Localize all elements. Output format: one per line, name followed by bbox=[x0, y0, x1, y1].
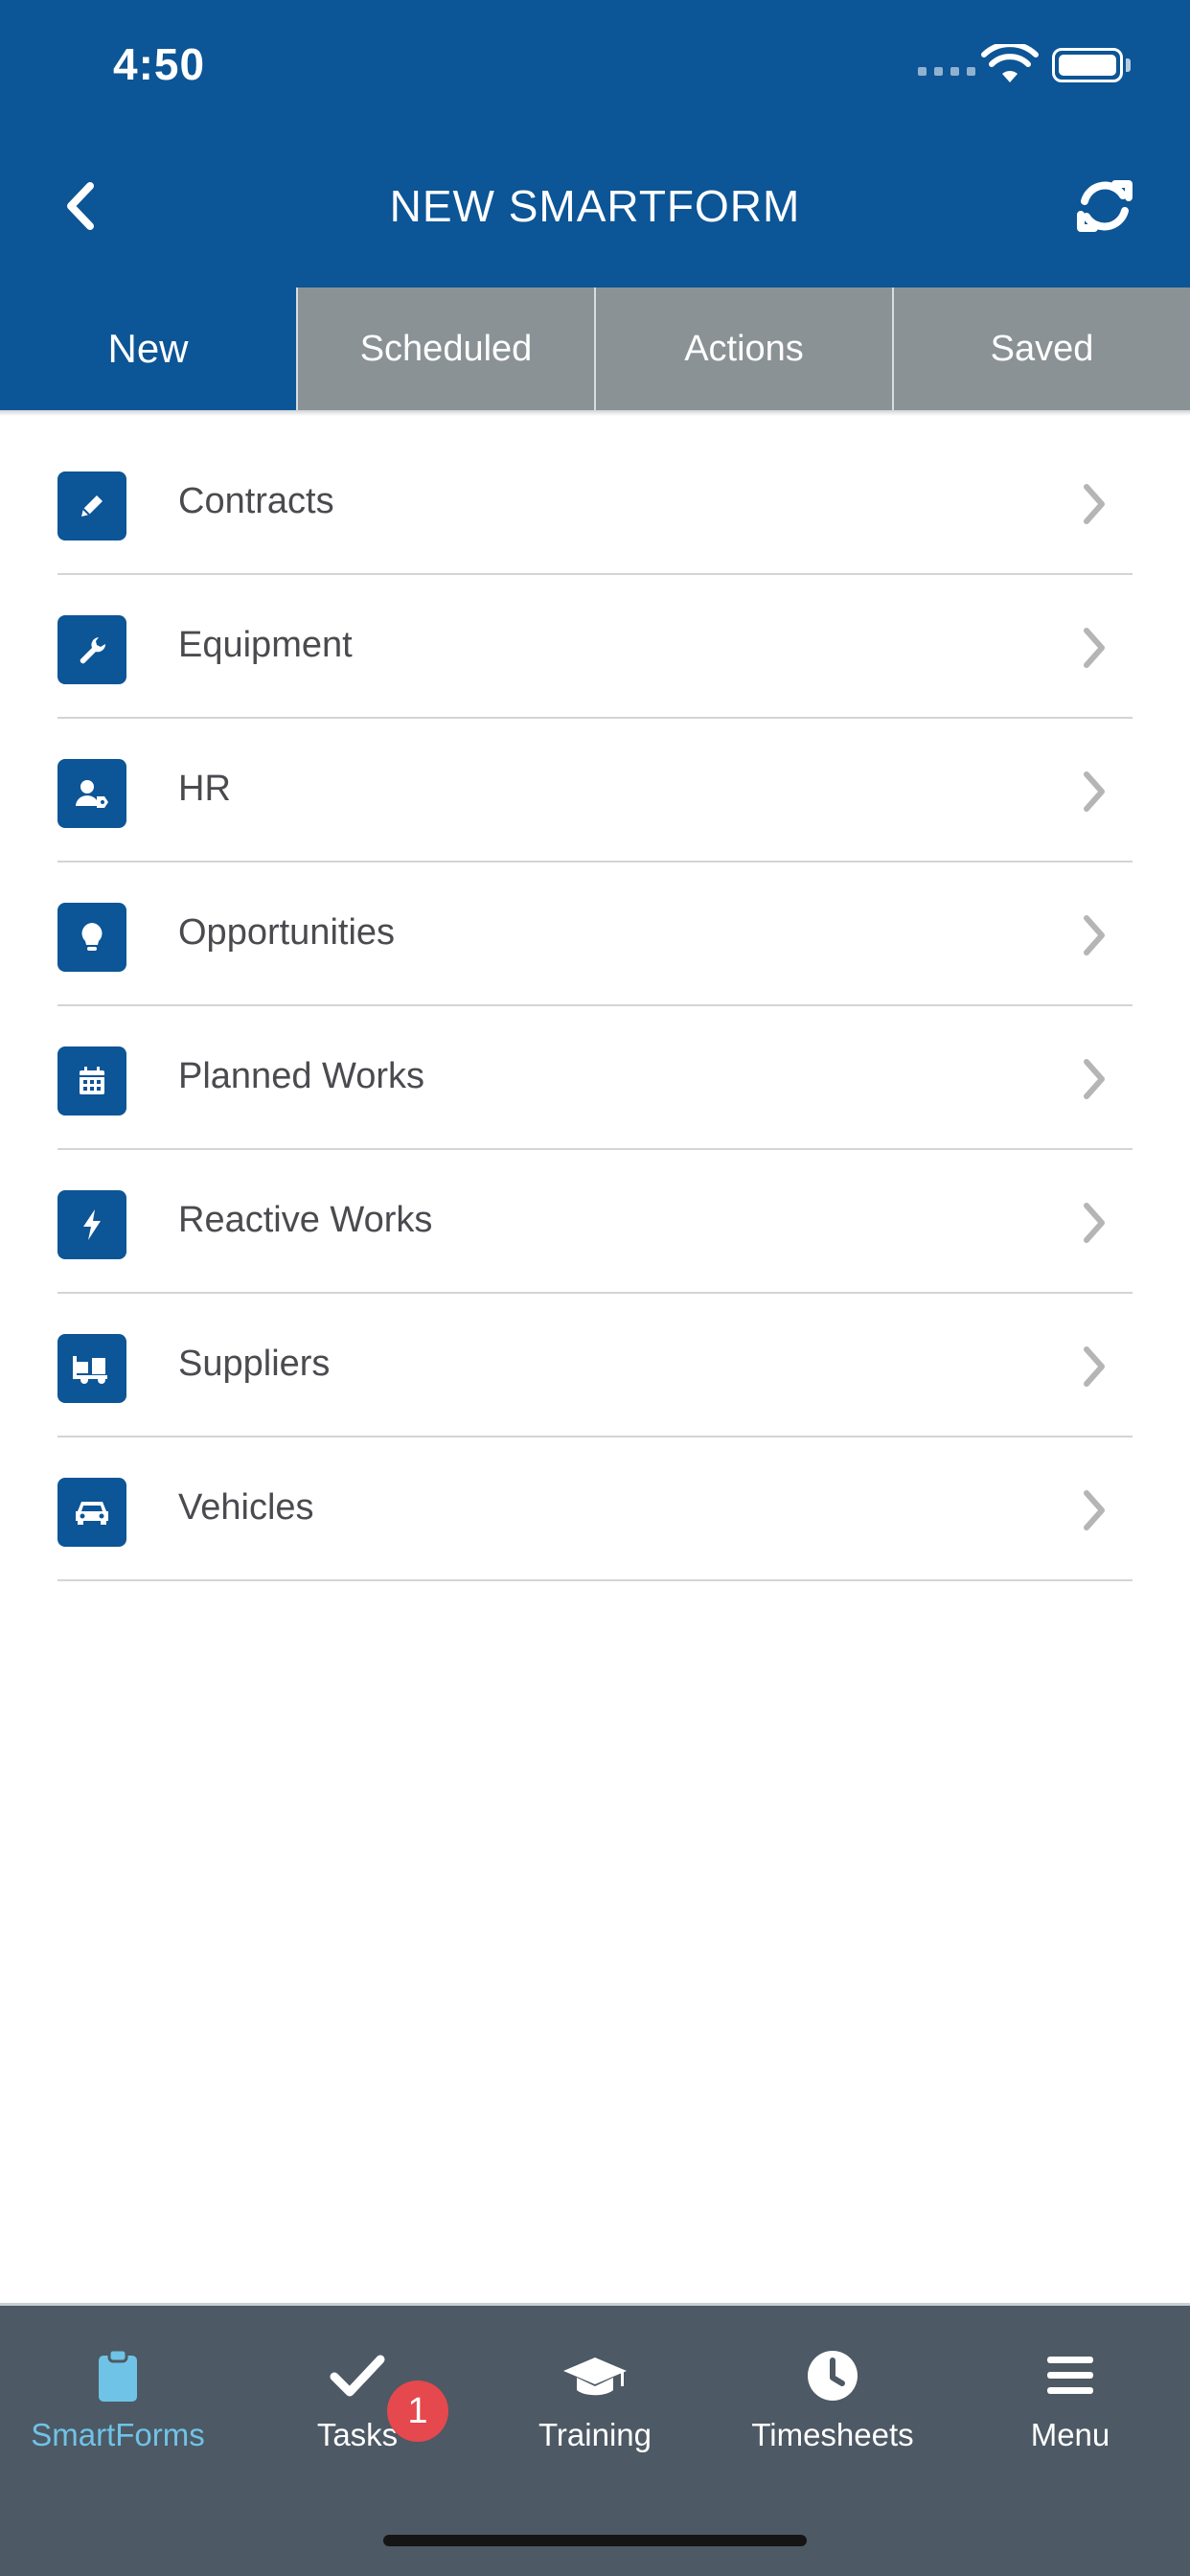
page-title: NEW SMARTFORM bbox=[389, 181, 801, 231]
list-item-label: HR bbox=[178, 769, 231, 809]
list-item-label: Contracts bbox=[178, 481, 334, 521]
chevron-right-icon bbox=[1084, 915, 1105, 955]
list-item-vehicles[interactable]: Vehicles bbox=[57, 1438, 1133, 1581]
chevron-right-icon bbox=[1084, 1346, 1105, 1387]
list-item-label: Equipment bbox=[178, 625, 353, 665]
list-item-planned-works[interactable]: Planned Works bbox=[57, 1006, 1133, 1150]
chevron-right-icon bbox=[1084, 1490, 1105, 1530]
cellular-signal-icon bbox=[918, 67, 975, 76]
user-tag-icon bbox=[57, 759, 126, 828]
segment-tabs: New Scheduled Actions Saved bbox=[0, 288, 1190, 410]
bolt-icon bbox=[57, 1190, 126, 1259]
calendar-icon bbox=[57, 1046, 126, 1116]
chevron-right-icon bbox=[1084, 484, 1105, 524]
wifi-icon bbox=[981, 44, 1039, 82]
home-indicator[interactable] bbox=[383, 2535, 807, 2546]
list-item-label: Suppliers bbox=[178, 1344, 331, 1384]
list-item-label: Planned Works bbox=[178, 1056, 424, 1096]
clipboard-icon bbox=[0, 2342, 238, 2409]
list-item-opportunities[interactable]: Opportunities bbox=[57, 862, 1133, 1006]
list-item-contracts[interactable]: Contracts bbox=[57, 431, 1133, 575]
chevron-right-icon bbox=[1084, 771, 1105, 812]
chevron-right-icon bbox=[1084, 1203, 1105, 1243]
refresh-icon[interactable] bbox=[1071, 172, 1138, 240]
list-item-equipment[interactable]: Equipment bbox=[57, 575, 1133, 719]
tabbar-item-training[interactable]: Training bbox=[475, 2342, 715, 2453]
hamburger-menu-icon bbox=[950, 2342, 1190, 2409]
clock-icon bbox=[713, 2342, 952, 2409]
tabbar-item-smartforms[interactable]: SmartForms bbox=[0, 2342, 238, 2453]
tabbar-label: Training bbox=[538, 2417, 652, 2452]
car-icon bbox=[57, 1478, 126, 1547]
tabbar-item-timesheets[interactable]: Timesheets bbox=[713, 2342, 952, 2453]
pencil-icon bbox=[57, 472, 126, 540]
truck-loading-icon bbox=[57, 1334, 126, 1403]
tabbar-label: Timesheets bbox=[751, 2417, 914, 2452]
chevron-right-icon bbox=[1084, 1059, 1105, 1099]
tab-new[interactable]: New bbox=[0, 288, 296, 410]
list-item-hr[interactable]: HR bbox=[57, 719, 1133, 862]
list-item-label: Vehicles bbox=[178, 1487, 314, 1528]
status-time: 4:50 bbox=[113, 39, 206, 89]
list-item-label: Reactive Works bbox=[178, 1200, 433, 1240]
tabs-shadow bbox=[0, 410, 1190, 416]
tabbar-item-tasks[interactable]: Tasks 1 bbox=[238, 2342, 477, 2453]
tab-actions[interactable]: Actions bbox=[594, 288, 892, 410]
battery-icon bbox=[1052, 48, 1123, 82]
tabbar-item-menu[interactable]: Menu bbox=[950, 2342, 1190, 2453]
tab-scheduled[interactable]: Scheduled bbox=[296, 288, 594, 410]
list-item-reactive-works[interactable]: Reactive Works bbox=[57, 1150, 1133, 1294]
list-item-suppliers[interactable]: Suppliers bbox=[57, 1294, 1133, 1438]
battery-tip bbox=[1126, 58, 1131, 72]
header-bar: 4:50 NEW SMARTFORM bbox=[0, 0, 1190, 288]
category-list: Contracts Equipment HR Opportunities Pla… bbox=[57, 431, 1133, 1581]
list-item-label: Opportunities bbox=[178, 912, 396, 953]
tasks-badge: 1 bbox=[387, 2380, 448, 2442]
tabbar-label: SmartForms bbox=[31, 2417, 205, 2452]
chevron-right-icon bbox=[1084, 628, 1105, 668]
wrench-icon bbox=[57, 615, 126, 684]
tab-saved[interactable]: Saved bbox=[892, 288, 1190, 410]
graduation-cap-icon bbox=[475, 2342, 715, 2409]
lightbulb-icon bbox=[57, 903, 126, 972]
tabbar-label: Menu bbox=[1030, 2417, 1110, 2452]
